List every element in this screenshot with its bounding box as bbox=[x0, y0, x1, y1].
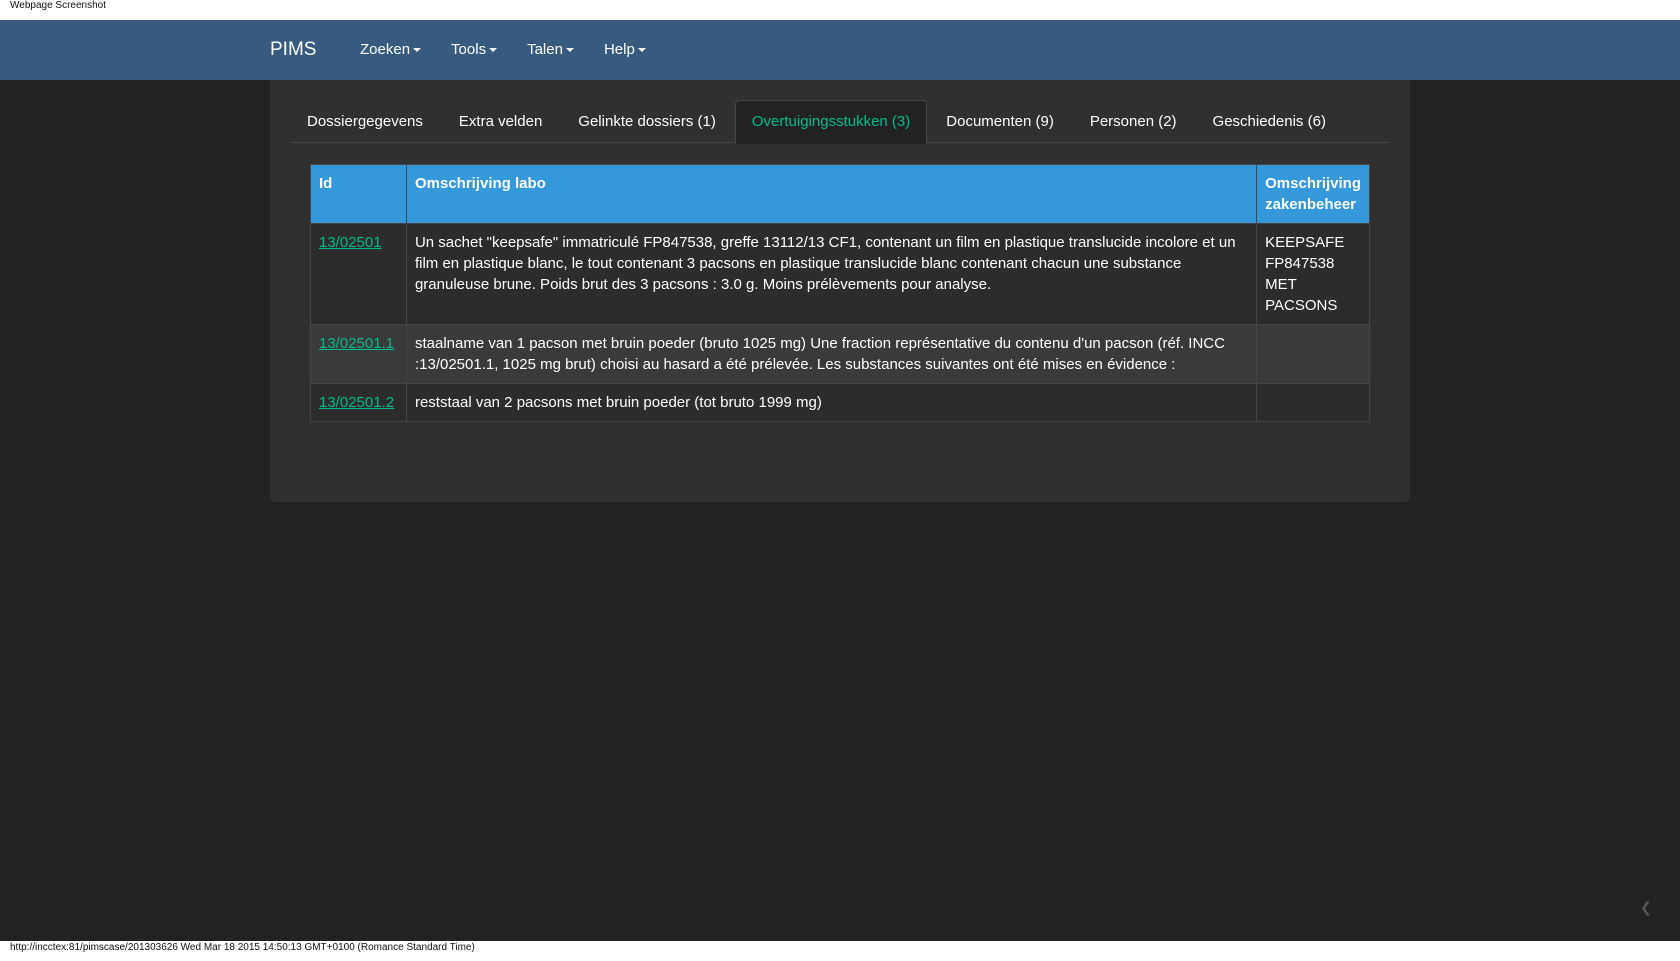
tab-overtuigingsstukken[interactable]: Overtuigingsstukken (3) bbox=[734, 100, 928, 144]
cell-zakenbeheer bbox=[1256, 383, 1370, 422]
caret-down-icon bbox=[489, 48, 498, 53]
window-caption: Webpage Screenshot bbox=[0, 0, 1680, 20]
top-navbar: PIMS Zoeken Tools Talen Help bbox=[0, 20, 1680, 80]
caret-down-icon bbox=[565, 48, 574, 53]
cell-id: 13/02501 bbox=[310, 223, 407, 325]
menu-help[interactable]: Help bbox=[589, 20, 661, 80]
menu-talen-label: Talen bbox=[527, 41, 563, 58]
column-header-id: Id bbox=[310, 164, 407, 224]
caret-down-icon bbox=[637, 48, 646, 53]
tab-gelinkte-dossiers[interactable]: Gelinkte dossiers (1) bbox=[561, 100, 733, 143]
column-header-zakenbeheer: Omschrijving zakenbeheer bbox=[1256, 164, 1370, 224]
scroll-top-icon[interactable]: ❮ bbox=[1640, 900, 1654, 914]
cell-id: 13/02501.1 bbox=[310, 324, 407, 384]
menu-tools[interactable]: Tools bbox=[436, 20, 512, 80]
table-row: 13/02501.2 reststaal van 2 pacsons met b… bbox=[310, 383, 1370, 422]
evidence-id-link[interactable]: 13/02501.1 bbox=[319, 335, 394, 352]
cell-labo: staalname van 1 pacson met bruin poeder … bbox=[405, 324, 1258, 384]
cell-zakenbeheer bbox=[1256, 324, 1370, 384]
column-header-labo: Omschrijving labo bbox=[405, 164, 1258, 224]
cell-zakenbeheer: KEEPSAFE FP847538 MET PACSONS bbox=[1256, 223, 1370, 325]
nav-menu: Zoeken Tools Talen Help bbox=[345, 20, 661, 80]
evidence-table: Id Omschrijving labo Omschrijving zakenb… bbox=[310, 164, 1370, 422]
cell-labo: Un sachet "keepsafe" immatriculé FP84753… bbox=[405, 223, 1258, 325]
tab-extra-velden[interactable]: Extra velden bbox=[442, 100, 559, 143]
content-panel: Dossiergegevens Extra velden Gelinkte do… bbox=[270, 80, 1410, 502]
menu-talen[interactable]: Talen bbox=[512, 20, 589, 80]
evidence-id-link[interactable]: 13/02501.2 bbox=[319, 394, 394, 411]
tab-dossiergegevens[interactable]: Dossiergegevens bbox=[290, 100, 440, 143]
evidence-id-link[interactable]: 13/02501 bbox=[319, 234, 382, 251]
cell-id: 13/02501.2 bbox=[310, 383, 407, 422]
menu-zoeken[interactable]: Zoeken bbox=[345, 20, 436, 80]
tab-geschiedenis[interactable]: Geschiedenis (6) bbox=[1196, 100, 1343, 143]
status-bar: http://incctex:81/pimscase/201303626 Wed… bbox=[0, 941, 1680, 961]
menu-zoeken-label: Zoeken bbox=[360, 41, 411, 58]
menu-help-label: Help bbox=[603, 41, 635, 58]
brand-logo[interactable]: PIMS bbox=[270, 20, 316, 80]
evidence-table-wrap: Id Omschrijving labo Omschrijving zakenb… bbox=[310, 164, 1370, 422]
table-row: 13/02501.1 staalname van 1 pacson met br… bbox=[310, 324, 1370, 384]
tab-documenten[interactable]: Documenten (9) bbox=[929, 100, 1071, 143]
caret-down-icon bbox=[413, 48, 422, 53]
cell-labo: reststaal van 2 pacsons met bruin poeder… bbox=[405, 383, 1258, 422]
tab-personen[interactable]: Personen (2) bbox=[1073, 100, 1194, 143]
menu-tools-label: Tools bbox=[451, 41, 487, 58]
table-header-row: Id Omschrijving labo Omschrijving zakenb… bbox=[310, 164, 1370, 224]
table-row: 13/02501 Un sachet "keepsafe" immatricul… bbox=[310, 223, 1370, 325]
tab-bar: Dossiergegevens Extra velden Gelinkte do… bbox=[290, 100, 1390, 144]
